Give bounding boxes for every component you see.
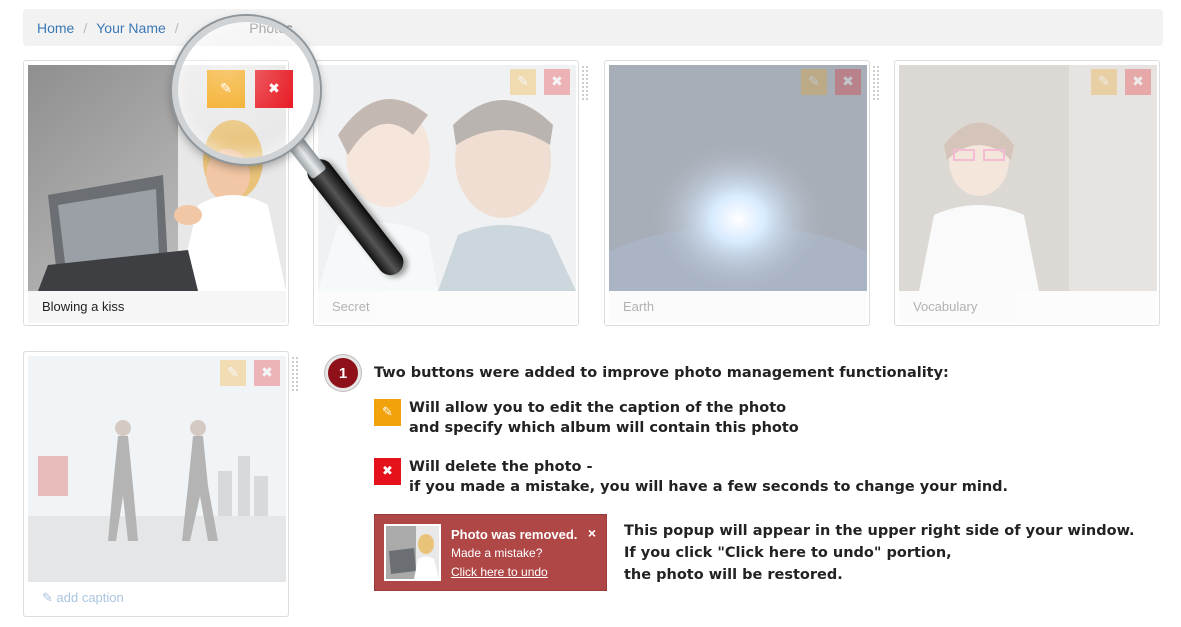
close-icon: ✖ — [1132, 74, 1144, 90]
edit-description-line2: and specify which album will contain thi… — [409, 420, 799, 436]
add-caption-link[interactable]: ✎ add caption — [28, 582, 286, 614]
photo-image[interactable] — [899, 65, 1157, 291]
breadcrumb-user[interactable]: Your Name — [96, 20, 166, 36]
step-number-badge: 1 — [325, 355, 361, 391]
drag-handle[interactable] — [291, 356, 299, 392]
toast-close-button[interactable]: × — [588, 525, 596, 541]
toast-message: Made a mistake? — [451, 546, 543, 560]
drag-handle[interactable] — [581, 65, 589, 101]
photo-card: ✎ ✖ Earth — [604, 60, 880, 326]
delete-button[interactable]: ✖ — [544, 69, 570, 95]
toast-thumbnail — [384, 524, 441, 581]
photo-card: ✎ ✖ Vocabulary — [894, 60, 1160, 326]
edit-description-line1: Will allow you to edit the caption of th… — [409, 400, 787, 416]
photo-card: ✎ ✖ ✎ add caption — [23, 351, 299, 617]
delete-button[interactable]: ✖ — [835, 69, 861, 95]
pencil-icon: ✎ — [227, 365, 239, 381]
breadcrumb-separator: / — [83, 19, 88, 36]
close-icon: ✖ — [382, 464, 393, 479]
pencil-icon: ✎ — [382, 405, 393, 420]
delete-legend-icon: ✖ — [374, 458, 401, 485]
tutorial-intro: Two buttons were added to improve photo … — [374, 365, 949, 381]
toast-title: Photo was removed. — [451, 527, 578, 542]
undo-link[interactable]: Click here to undo — [451, 565, 548, 579]
edit-button[interactable]: ✎ — [510, 69, 536, 95]
popup-description-line1: This popup will appear in the upper righ… — [624, 523, 1135, 539]
close-icon: ✖ — [551, 74, 563, 90]
close-icon: ✖ — [261, 365, 273, 381]
magnifier-lens-icon — [172, 16, 320, 164]
delete-description-line1: Will delete the photo - — [409, 459, 593, 475]
close-icon: ✖ — [842, 74, 854, 90]
delete-description-line2: if you made a mistake, you will have a f… — [409, 479, 1009, 495]
photo-caption[interactable]: Secret — [318, 291, 576, 323]
photo-caption[interactable]: Vocabulary — [899, 291, 1157, 323]
popup-description-line2: If you click "Click here to undo" portio… — [624, 545, 952, 561]
photo-removed-toast: Photo was removed. Made a mistake? Click… — [374, 514, 607, 591]
photo-image[interactable] — [318, 65, 576, 291]
breadcrumb-home[interactable]: Home — [37, 20, 74, 36]
photo-caption[interactable]: Earth — [609, 291, 867, 323]
pencil-icon: ✎ — [517, 74, 529, 90]
edit-button[interactable]: ✎ — [220, 360, 246, 386]
delete-button[interactable]: ✖ — [254, 360, 280, 386]
drag-handle[interactable] — [872, 65, 880, 101]
photo-image[interactable] — [28, 356, 286, 582]
pencil-icon: ✎ — [808, 74, 820, 90]
photo-image[interactable] — [609, 65, 867, 291]
popup-description-line3: the photo will be restored. — [624, 567, 843, 583]
pencil-icon: ✎ — [42, 590, 57, 605]
edit-button[interactable]: ✎ — [801, 69, 827, 95]
delete-button[interactable]: ✖ — [1125, 69, 1151, 95]
edit-legend-icon: ✎ — [374, 399, 401, 426]
pencil-icon: ✎ — [1098, 74, 1110, 90]
photo-caption[interactable]: Blowing a kiss — [28, 291, 286, 323]
edit-button[interactable]: ✎ — [1091, 69, 1117, 95]
add-caption-label: add caption — [56, 590, 124, 605]
breadcrumb-separator: / — [174, 19, 179, 36]
